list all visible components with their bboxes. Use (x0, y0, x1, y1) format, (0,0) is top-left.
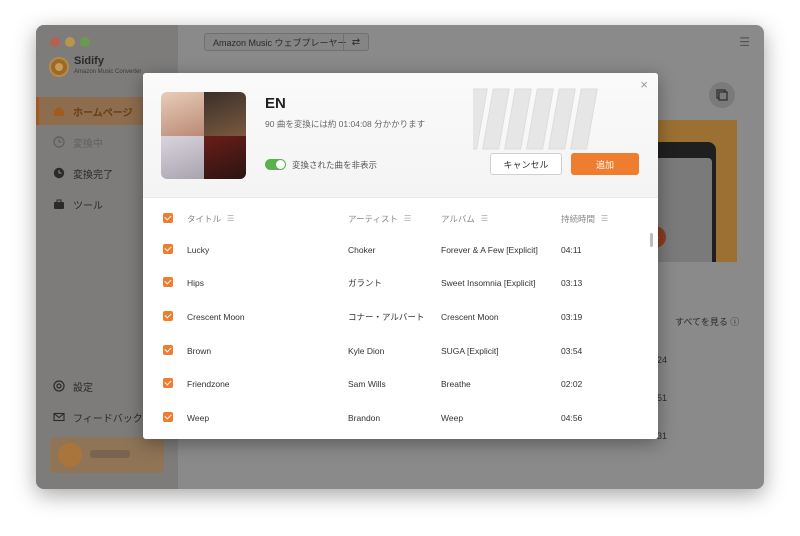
switch-source-icon[interactable]: ⇄ (343, 34, 368, 50)
track-artist: Choker (348, 244, 376, 255)
clock-icon (53, 136, 65, 148)
username-placeholder (90, 450, 130, 458)
app-name: Sidify (74, 55, 104, 67)
table-row[interactable]: Lucky Choker Forever & A Few [Explicit] … (143, 233, 658, 266)
close-icon[interactable]: × (640, 77, 648, 92)
track-artist: コナー・アルバート (348, 311, 425, 322)
sort-icon: ☰ (480, 214, 489, 223)
track-duration: 04:56 (561, 412, 583, 423)
track-album: Breathe (441, 378, 471, 389)
column-header-title[interactable]: タイトル ☰ (187, 202, 234, 235)
table-row[interactable]: Weep Brandon Weep 04:56 (143, 401, 658, 434)
track-title: Friendzone (187, 378, 230, 389)
source-selector[interactable]: Amazon Music ウェブプレーヤー ⇄ (204, 33, 369, 51)
mail-icon (53, 412, 65, 422)
column-header-duration[interactable]: 持続時間 ☰ (561, 202, 608, 235)
sidebar-item-label: ホームページ (73, 107, 133, 119)
hide-converted-toggle[interactable] (265, 159, 286, 170)
track-duration: 03:54 (561, 345, 583, 356)
select-all-checkbox[interactable] (163, 213, 173, 223)
track-checkbox[interactable] (163, 277, 173, 287)
track-title: Crescent Moon (187, 311, 245, 322)
track-duration: 04:11 (561, 244, 582, 255)
sidebar-item-label: ツール (73, 200, 103, 212)
sort-icon: ☰ (601, 214, 609, 223)
track-album: SUGA [Explicit] (441, 345, 499, 356)
track-title: Lucky (187, 244, 210, 255)
column-header-artist[interactable]: アーティスト ☰ (348, 202, 411, 235)
list-item-duration: 31 (657, 431, 668, 441)
track-title: Weep (187, 412, 210, 423)
track-album: Sweet Insomnia [Explicit] (441, 277, 536, 288)
table-row[interactable]: Brown Kyle Dion SUGA [Explicit] 03:54 (143, 334, 658, 367)
column-header-album[interactable]: アルバム ☰ (441, 202, 488, 235)
track-duration: 03:19 (561, 311, 583, 322)
cancel-button[interactable]: キャンセル (490, 153, 562, 175)
menu-icon[interactable]: ☰ (739, 35, 750, 49)
table-row[interactable]: Crescent Moon コナー・アルバート Crescent Moon 03… (143, 300, 658, 333)
sidebar-item-label: 変換完了 (73, 169, 113, 181)
track-duration: 02:02 (561, 378, 583, 389)
track-artist: ガラント (348, 277, 383, 288)
album-title: EN (265, 95, 286, 112)
clock-icon (53, 167, 65, 179)
hide-converted-label: 変換された曲を非表示 (292, 160, 378, 170)
track-title: Brown (187, 345, 212, 356)
track-checkbox[interactable] (163, 378, 173, 388)
table-row[interactable]: Hips ガラント Sweet Insomnia [Explicit] 03:1… (143, 266, 658, 299)
dialog-header: × EN 90 曲を変換には約 01:04:08 分かかります 変換された曲を非… (143, 73, 658, 198)
app-logo-icon (49, 57, 69, 77)
table-row[interactable]: Friendzone Sam Wills Breathe 02:02 (143, 367, 658, 400)
sort-icon: ☰ (403, 214, 412, 223)
track-checkbox[interactable] (163, 311, 173, 321)
album-cover (161, 92, 246, 179)
track-checkbox[interactable] (163, 244, 173, 254)
sidebar-item-label: 設定 (73, 382, 93, 394)
list-item-duration: 51 (657, 393, 668, 403)
track-duration: 03:13 (561, 277, 583, 288)
track-album: Forever & A Few [Explicit] (441, 244, 538, 255)
see-all-link[interactable]: すべてを見る ⓘ (675, 315, 739, 328)
track-checkbox[interactable] (163, 345, 173, 355)
sidebar-item-label: フィードバック (73, 413, 143, 425)
chevron-right-icon: ⓘ (730, 317, 740, 327)
list-item-duration: 24 (657, 355, 668, 365)
add-to-list-button[interactable] (709, 82, 735, 108)
sidebar-item-label: 変換中 (73, 138, 103, 150)
table-header: タイトル ☰ アーティスト ☰ アルバム ☰ 持続時間 ☰ (143, 202, 658, 235)
add-button[interactable]: 追加 (571, 153, 639, 175)
avatar (58, 443, 82, 467)
add-songs-dialog: × EN 90 曲を変換には約 01:04:08 分かかります 変換された曲を非… (143, 73, 658, 439)
minimize-window-button[interactable] (65, 37, 75, 47)
track-title: Hips (187, 277, 205, 288)
home-icon (54, 106, 64, 116)
track-artist: Brandon (348, 412, 381, 423)
track-album: Weep (441, 412, 464, 423)
playlist-icon (716, 89, 728, 101)
maximize-window-button[interactable] (80, 37, 90, 47)
track-checkbox[interactable] (163, 412, 173, 422)
sort-icon: ☰ (227, 214, 235, 223)
conversion-time-info: 90 曲を変換には約 01:04:08 分かかります (265, 119, 426, 129)
app-subtitle: Amazon Music Converter (74, 69, 142, 75)
track-artist: Sam Wills (348, 378, 386, 389)
track-artist: Kyle Dion (348, 345, 385, 356)
scrollbar-thumb[interactable] (650, 233, 653, 247)
user-account[interactable] (50, 437, 164, 473)
toolbox-icon (54, 199, 64, 209)
gear-icon (53, 380, 65, 392)
source-label: Amazon Music ウェブプレーヤー (213, 37, 347, 48)
track-album: Crescent Moon (441, 311, 499, 322)
close-window-button[interactable] (50, 37, 60, 47)
